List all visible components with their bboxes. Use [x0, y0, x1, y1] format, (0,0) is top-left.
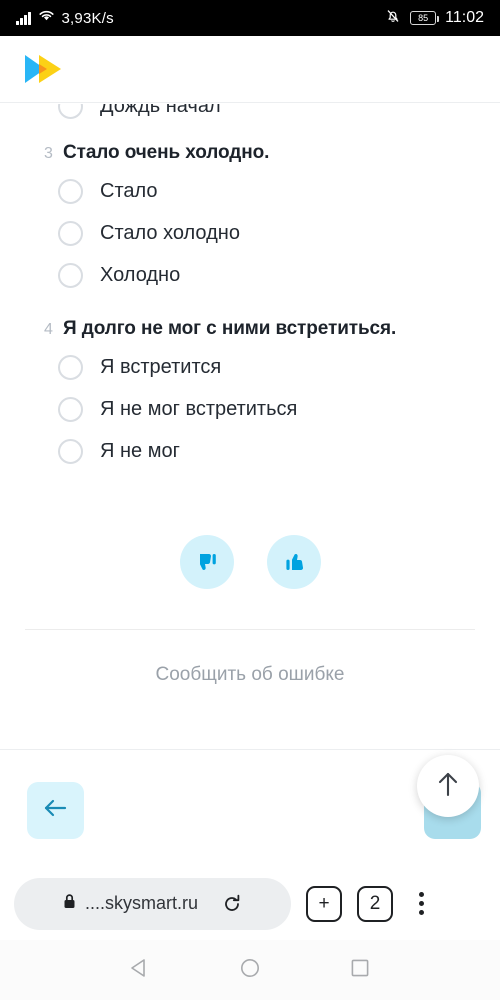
arrow-left-icon [42, 798, 69, 823]
bell-muted-icon [385, 8, 401, 29]
list-item[interactable]: Я не мог [0, 430, 500, 472]
previous-button[interactable] [27, 782, 84, 839]
tab-switcher-button[interactable]: 2 [357, 885, 393, 922]
wifi-icon [38, 9, 55, 27]
option-label: Я не мог встретиться [100, 397, 298, 420]
arrow-up-icon [437, 769, 459, 804]
divider [25, 629, 475, 630]
option-label: Я не мог [100, 439, 180, 462]
list-item[interactable]: Стало [0, 170, 500, 212]
exercise-nav-bar [0, 749, 500, 867]
url-text: ....skysmart.ru [84, 893, 198, 913]
signal-bars-icon [16, 11, 31, 25]
lock-icon [63, 893, 76, 914]
address-bar[interactable]: ....skysmart.ru [14, 877, 291, 930]
app-header [0, 36, 500, 103]
radio-button[interactable] [58, 354, 83, 380]
option-label: Стало [100, 179, 158, 202]
report-error-link[interactable]: Сообщить об ошибке [0, 664, 500, 686]
tab-count: 2 [357, 885, 393, 922]
list-item[interactable]: Я не мог встретиться [0, 388, 500, 430]
question-heading: 4 Я долго не мог с ними встретиться. [0, 318, 500, 340]
status-bar-left: 3,93K/s [16, 9, 114, 27]
reload-icon[interactable] [222, 894, 242, 914]
radio-button[interactable] [58, 220, 83, 246]
more-vertical-icon[interactable] [419, 892, 424, 915]
list-item[interactable]: Стало холодно [0, 212, 500, 254]
clock-time: 11:02 [445, 9, 484, 26]
status-bar: 3,93K/s 85 11:02 [0, 0, 500, 36]
browser-toolbar: ....skysmart.ru + 2 [0, 867, 500, 940]
option-label: Стало холодно [100, 221, 240, 244]
thumbs-down-icon [194, 549, 220, 575]
android-navigation-bar [0, 940, 500, 1000]
option-label: Я встретится [100, 355, 222, 378]
thumbs-up-icon [281, 549, 307, 575]
radio-button[interactable] [58, 396, 83, 422]
new-tab-label: + [306, 885, 342, 922]
question-text: Стало очень холодно. [63, 142, 270, 163]
list-item[interactable]: Холодно [0, 254, 500, 296]
battery-level: 85 [418, 13, 429, 23]
like-button[interactable] [266, 535, 321, 589]
network-speed: 3,93K/s [61, 9, 114, 27]
scroll-to-top-button[interactable] [417, 755, 479, 817]
question-text: Я долго не мог с ними встретиться. [63, 318, 397, 339]
exercise-content: Дождь начал 3 Стало очень холодно. Стало… [0, 104, 500, 749]
new-tab-button[interactable]: + [306, 885, 342, 922]
list-item[interactable]: Я встретится [0, 346, 500, 388]
list-item[interactable]: Дождь начал [0, 104, 500, 120]
question-number: 3 [44, 145, 53, 162]
recents-square-icon[interactable] [348, 956, 372, 985]
option-label: Дождь начал [100, 104, 221, 117]
home-circle-icon[interactable] [238, 956, 262, 985]
dislike-button[interactable] [179, 535, 234, 589]
question-heading: 3 Стало очень холодно. [0, 142, 500, 164]
back-triangle-icon[interactable] [128, 956, 152, 985]
question-number: 4 [44, 321, 53, 338]
radio-button[interactable] [58, 262, 83, 288]
skysmart-logo-icon[interactable] [25, 53, 71, 85]
option-label: Холодно [100, 263, 181, 286]
battery-icon: 85 [410, 11, 440, 25]
radio-button[interactable] [58, 104, 83, 119]
radio-button[interactable] [58, 438, 83, 464]
feedback-buttons [0, 535, 500, 589]
status-bar-right: 85 11:02 [385, 8, 484, 29]
radio-button[interactable] [58, 178, 83, 204]
phone-screen: 3,93K/s 85 11:02 Дождь начал 3 Стало оче… [0, 0, 500, 1000]
